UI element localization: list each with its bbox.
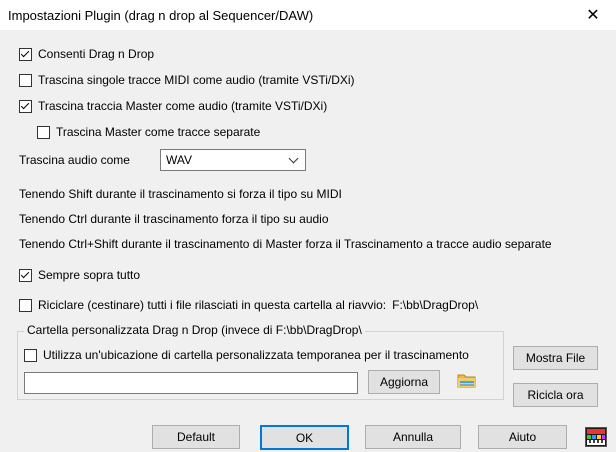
master-as-audio-checkbox[interactable] xyxy=(19,99,32,113)
audio-format-value: WAV xyxy=(166,153,192,167)
chevron-down-icon xyxy=(288,153,299,164)
master-as-audio-option[interactable]: Trascina traccia Master come audio (tram… xyxy=(19,98,327,114)
midi-as-audio-checkbox[interactable] xyxy=(19,73,32,87)
custom-folder-path-input[interactable] xyxy=(24,372,358,394)
master-separate-checkbox[interactable] xyxy=(37,125,50,139)
always-on-top-label: Sempre sopra tutto xyxy=(38,268,141,282)
ok-button[interactable]: OK xyxy=(260,425,349,450)
audio-format-label: Trascina audio come xyxy=(19,153,130,167)
close-button[interactable]: ✕ xyxy=(570,0,616,30)
recycle-checkbox[interactable] xyxy=(19,298,32,312)
hint-shift: Tenendo Shift durante il trascinamento s… xyxy=(19,187,342,201)
help-button[interactable]: Aiuto xyxy=(478,425,567,449)
recycle-now-button[interactable]: Ricicla ora xyxy=(513,383,598,407)
default-button[interactable]: Default xyxy=(152,425,240,449)
show-files-button[interactable]: Mostra File xyxy=(513,346,598,370)
enable-drag-option[interactable]: Consenti Drag n Drop xyxy=(19,46,154,62)
hint-ctrl-shift: Tenendo Ctrl+Shift durante il trasciname… xyxy=(19,237,552,251)
master-separate-label: Trascina Master come tracce separate xyxy=(56,125,261,139)
midi-as-audio-label: Trascina singole tracce MIDI come audio … xyxy=(38,73,355,87)
audio-format-select[interactable]: WAV xyxy=(160,149,306,171)
cancel-button[interactable]: Annulla xyxy=(365,425,461,449)
recycle-label: Riciclare (cestinare) tutti i file rilas… xyxy=(38,298,387,312)
use-custom-folder-checkbox[interactable] xyxy=(24,348,37,362)
always-on-top-checkbox[interactable] xyxy=(19,268,32,282)
always-on-top-option[interactable]: Sempre sopra tutto xyxy=(19,267,140,283)
band-in-a-box-icon xyxy=(585,427,607,447)
recycle-option[interactable]: Riciclare (cestinare) tutti i file rilas… xyxy=(19,297,478,313)
recycle-path: F:\bb\DragDrop\ xyxy=(392,298,479,312)
use-custom-folder-label: Utilizza un'ubicazione di cartella perso… xyxy=(43,348,469,362)
folder-icon[interactable] xyxy=(457,371,477,389)
use-custom-folder-option[interactable]: Utilizza un'ubicazione di cartella perso… xyxy=(24,347,498,363)
window-title: Impostazioni Plugin (drag n drop al Sequ… xyxy=(8,8,314,23)
master-separate-option[interactable]: Trascina Master come tracce separate xyxy=(37,124,260,140)
title-bar: Impostazioni Plugin (drag n drop al Sequ… xyxy=(0,0,616,30)
update-button[interactable]: Aggiorna xyxy=(368,370,440,394)
custom-folder-group-title: Cartella personalizzata Drag n Drop (inv… xyxy=(24,323,365,337)
hint-ctrl: Tenendo Ctrl durante il trascinamento fo… xyxy=(19,212,329,226)
enable-drag-checkbox[interactable] xyxy=(19,47,32,61)
enable-drag-label: Consenti Drag n Drop xyxy=(38,47,155,61)
master-as-audio-label: Trascina traccia Master come audio (tram… xyxy=(38,99,328,113)
midi-as-audio-option[interactable]: Trascina singole tracce MIDI come audio … xyxy=(19,72,355,88)
